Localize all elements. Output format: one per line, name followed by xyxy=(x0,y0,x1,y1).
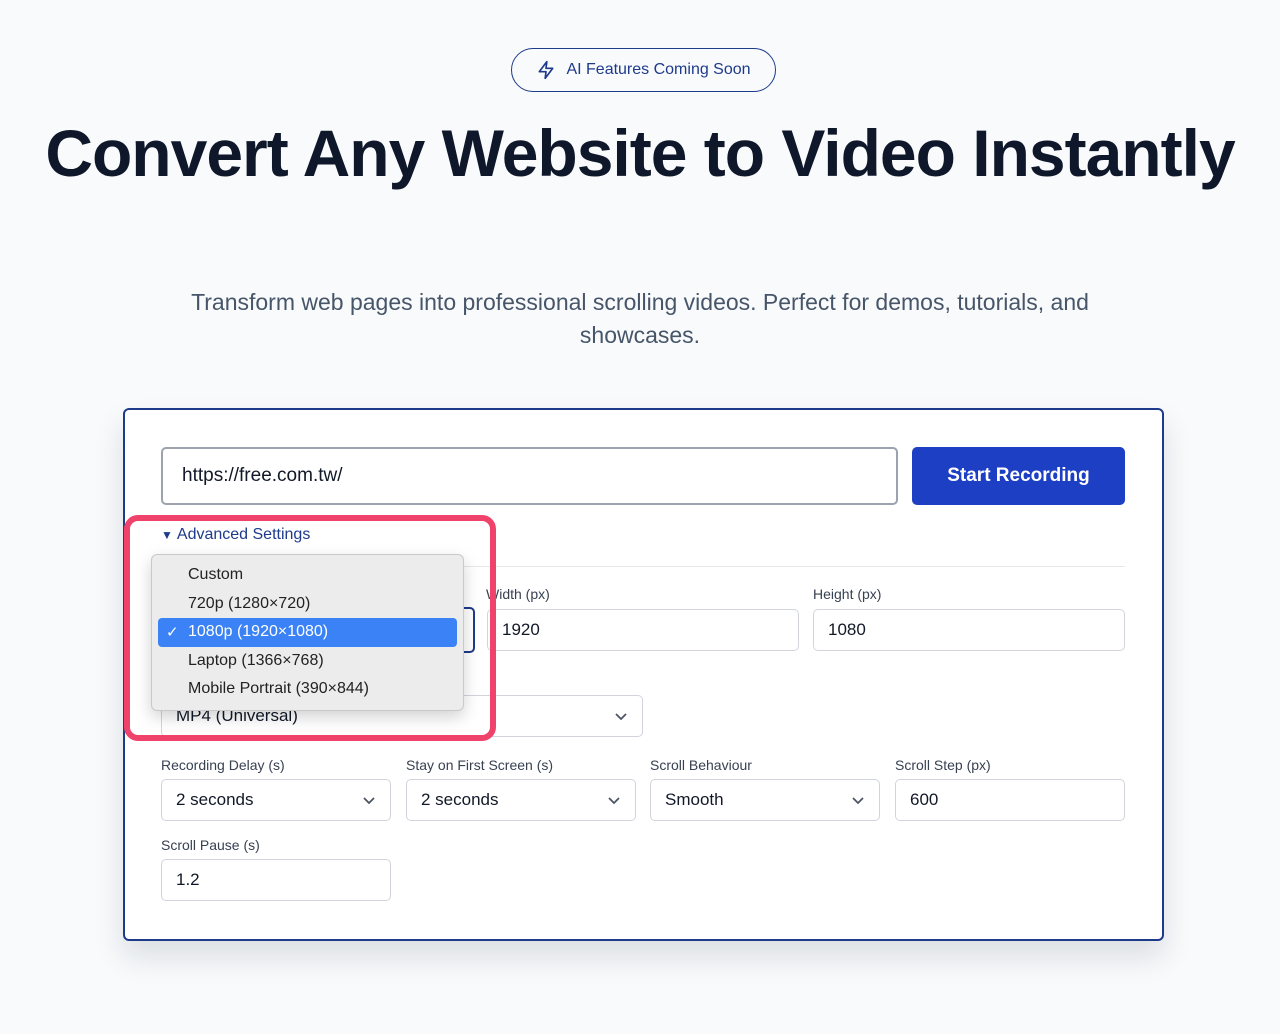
advanced-settings-label: Advanced Settings xyxy=(176,526,311,543)
dropdown-option-laptop[interactable]: Laptop (1366×768) xyxy=(158,647,457,676)
recording-delay-select[interactable]: 2 seconds xyxy=(161,779,391,821)
scroll-behaviour-select[interactable]: Smooth xyxy=(650,779,880,821)
dropdown-option-720p[interactable]: 720p (1280×720) xyxy=(158,590,457,619)
triangle-down-icon: ▼ xyxy=(161,528,173,542)
recording-delay-value: 2 seconds xyxy=(176,790,254,809)
chevron-down-icon xyxy=(608,797,620,805)
option-label: Laptop (1366×768) xyxy=(188,651,324,669)
stay-first-screen-select[interactable]: 2 seconds xyxy=(406,779,636,821)
scroll-step-label: Scroll Step (px) xyxy=(895,757,991,773)
url-input[interactable] xyxy=(161,447,898,505)
advanced-settings-toggle[interactable]: ▼ Advanced Settings xyxy=(161,526,310,544)
scroll-pause-label: Scroll Pause (s) xyxy=(161,837,260,853)
ai-features-badge: AI Features Coming Soon xyxy=(511,48,776,92)
scroll-behaviour-value: Smooth xyxy=(665,790,724,809)
scroll-step-input[interactable]: 600 xyxy=(895,779,1125,821)
height-input[interactable]: 1080 xyxy=(813,609,1125,651)
width-input[interactable]: 1920 xyxy=(487,609,799,651)
option-label: Custom xyxy=(188,566,244,584)
dropdown-option-1080p[interactable]: ✓ 1080p (1920×1080) xyxy=(158,618,457,647)
resolution-preset-dropdown: Custom 720p (1280×720) ✓ 1080p (1920×108… xyxy=(151,554,464,711)
chevron-down-icon xyxy=(363,797,375,805)
chevron-down-icon xyxy=(852,797,864,805)
page-title: Convert Any Website to Video Instantly xyxy=(45,116,1235,190)
recording-delay-label: Recording Delay (s) xyxy=(161,757,285,773)
option-label: Mobile Portrait (390×844) xyxy=(188,680,369,698)
start-recording-button[interactable]: Start Recording xyxy=(912,447,1125,505)
option-label: 1080p (1920×1080) xyxy=(188,623,329,641)
chevron-down-icon xyxy=(615,713,627,721)
dropdown-option-mobile-portrait[interactable]: Mobile Portrait (390×844) xyxy=(158,675,457,704)
width-value: 1920 xyxy=(502,620,540,639)
scroll-behaviour-label: Scroll Behaviour xyxy=(650,757,752,773)
height-value: 1080 xyxy=(828,620,866,639)
width-label: Width (px) xyxy=(486,586,550,602)
scroll-pause-input[interactable]: 1.2 xyxy=(161,859,391,901)
check-icon: ✓ xyxy=(166,624,179,642)
badge-label: AI Features Coming Soon xyxy=(566,61,751,78)
page-subtitle: Transform web pages into professional sc… xyxy=(191,289,1089,348)
dropdown-option-custom[interactable]: Custom xyxy=(158,561,457,590)
option-label: 720p (1280×720) xyxy=(188,594,311,612)
height-label: Height (px) xyxy=(813,586,882,602)
stay-first-screen-value: 2 seconds xyxy=(421,790,499,809)
lightning-icon xyxy=(538,60,554,80)
stay-first-screen-label: Stay on First Screen (s) xyxy=(406,757,554,773)
scroll-pause-value: 1.2 xyxy=(176,870,200,889)
scroll-step-value: 600 xyxy=(910,790,939,809)
